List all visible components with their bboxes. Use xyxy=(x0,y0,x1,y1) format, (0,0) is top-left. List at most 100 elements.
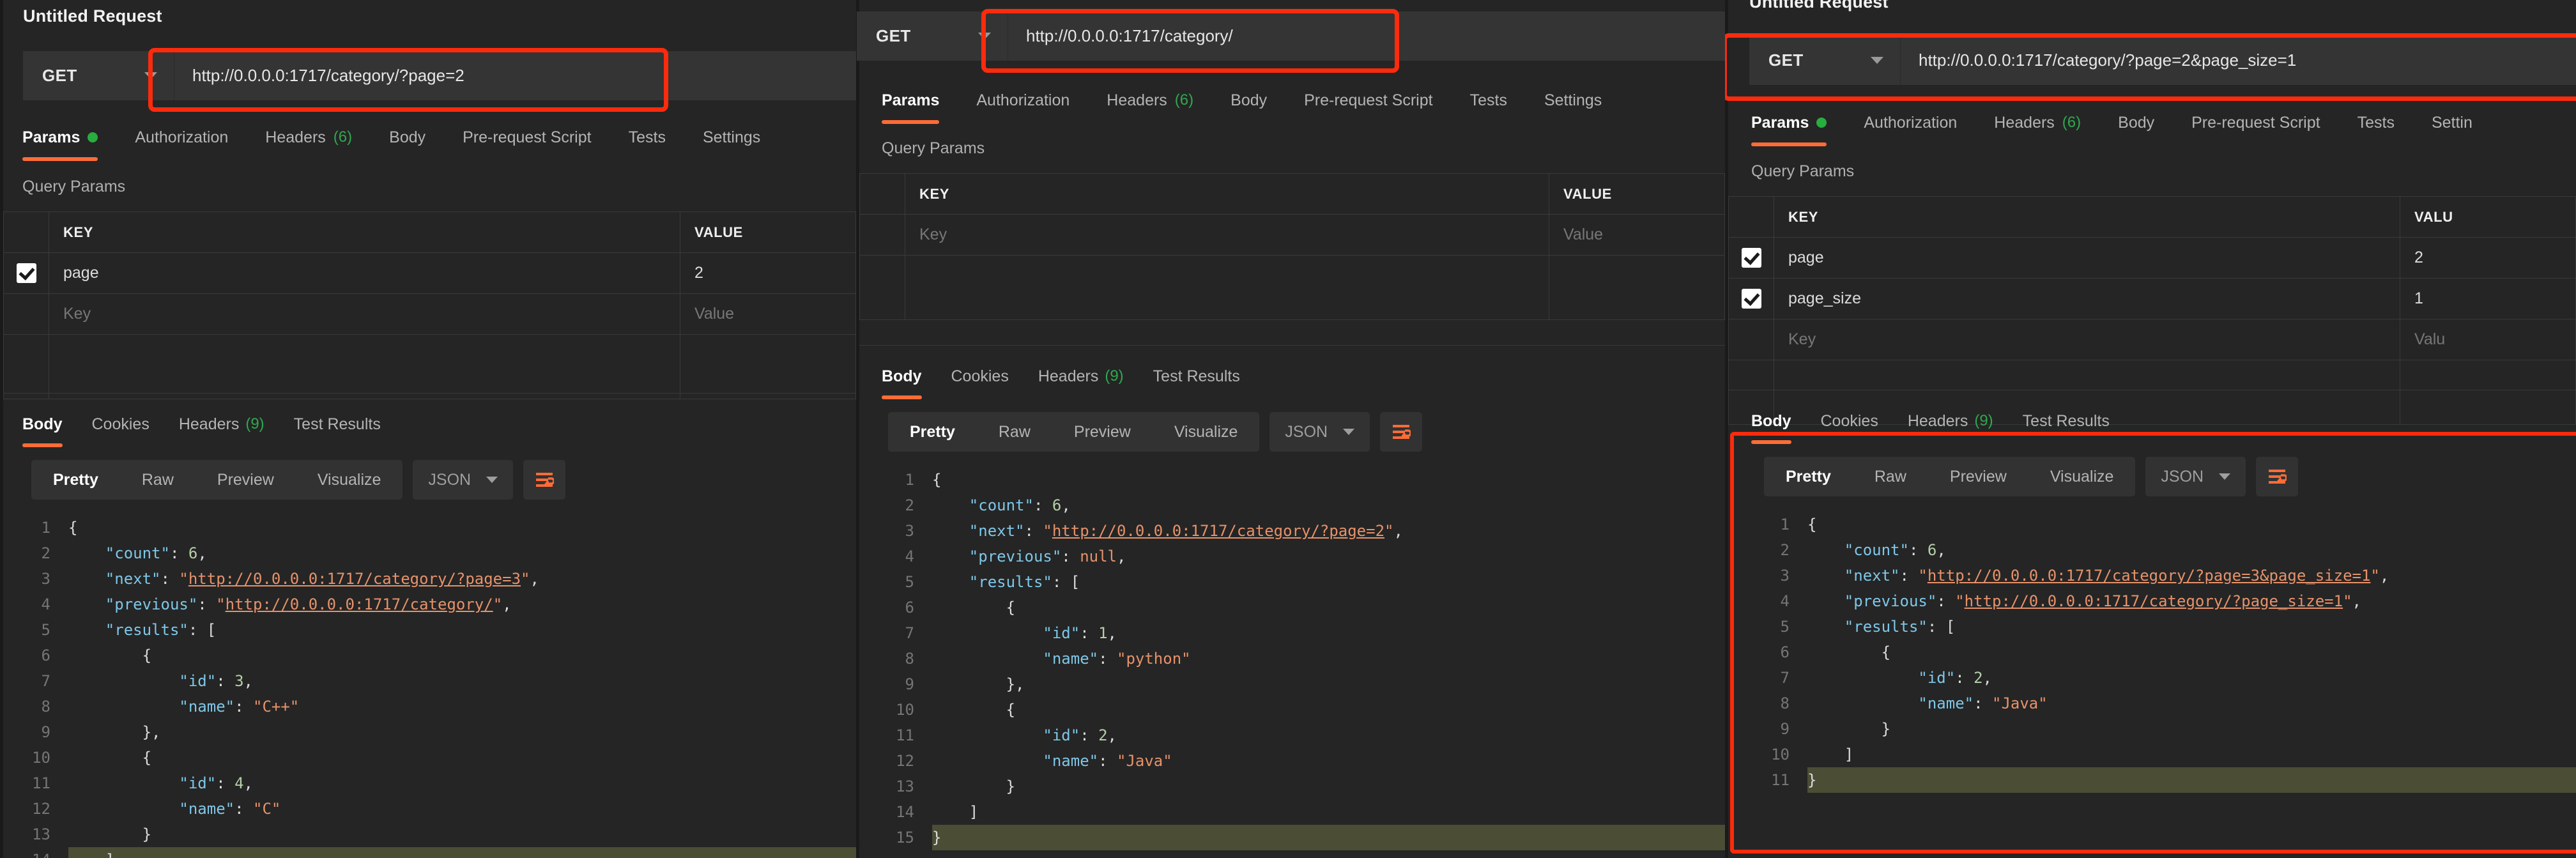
request-tab-tests[interactable]: Tests xyxy=(2358,99,2412,146)
request-tab-pre-request-script[interactable]: Pre-request Script xyxy=(463,114,609,161)
param-value-input[interactable]: Valu xyxy=(2400,319,2576,360)
format-selector-1[interactable]: JSON xyxy=(413,460,514,500)
request-tab-body[interactable]: Body xyxy=(389,114,443,161)
response-tab-cookies[interactable]: Cookies xyxy=(1821,398,1878,444)
param-key-input[interactable]: Key xyxy=(905,214,1549,256)
row-checkbox-cell[interactable] xyxy=(859,214,905,256)
view-mode-preview[interactable]: Preview xyxy=(1928,457,2028,496)
code-line: "name": "Java" xyxy=(1043,752,1172,770)
query-params-label: Query Params xyxy=(882,139,985,157)
response-tab-test-results[interactable]: Test Results xyxy=(1153,353,1240,399)
request-tab-authorization[interactable]: Authorization xyxy=(976,77,1087,124)
param-key-cell[interactable]: page xyxy=(1774,237,2400,279)
view-mode-visualize[interactable]: Visualize xyxy=(1153,412,1260,452)
response-tabs-1: Body Cookies Headers (9) Test Results xyxy=(3,401,856,447)
param-value-cell[interactable]: 2 xyxy=(2400,237,2576,279)
url-input-2[interactable]: http://0.0.0.0:1717/category/ xyxy=(1008,11,1725,61)
format-selector-3[interactable]: JSON xyxy=(2145,457,2246,496)
row-checkbox-cell[interactable] xyxy=(1728,319,1774,360)
url-bar-2[interactable]: GET http://0.0.0.0:1717/category/ xyxy=(857,11,1725,61)
param-value-cell[interactable]: 2 xyxy=(680,252,856,294)
request-tab-tests[interactable]: Tests xyxy=(629,114,684,161)
url-input-1[interactable]: http://0.0.0.0:1717/category/?page=2 xyxy=(174,51,856,100)
request-tab-label: Authorization xyxy=(976,91,1070,109)
response-tab-test-results[interactable]: Test Results xyxy=(2023,398,2110,444)
row-checkbox-cell[interactable] xyxy=(3,252,49,294)
request-tab-settings[interactable]: Settings xyxy=(1544,77,1620,124)
response-tab-test-results[interactable]: Test Results xyxy=(294,401,381,447)
response-tab-label: Cookies xyxy=(91,415,150,433)
method-selector-1[interactable]: GET xyxy=(23,51,174,100)
request-tab-settings[interactable]: Settings xyxy=(703,114,778,161)
row-checkbox-cell[interactable] xyxy=(1728,237,1774,279)
param-key-input[interactable]: Key xyxy=(49,293,680,335)
view-mode-preview[interactable]: Preview xyxy=(1052,412,1153,452)
view-mode-visualize[interactable]: Visualize xyxy=(296,460,403,500)
method-selector-2[interactable]: GET xyxy=(857,11,1008,61)
response-tab-headers[interactable]: Headers (9) xyxy=(1038,353,1124,399)
response-body-viewer-3[interactable]: 1 2 3 4 5 6 7 8 9 10 11 { "count": 6, "next": "htt… xyxy=(1728,502,2576,858)
response-tab-cookies[interactable]: Cookies xyxy=(951,353,1009,399)
table-row[interactable]: page 2 xyxy=(3,252,856,294)
param-value-cell[interactable]: 1 xyxy=(2400,278,2576,319)
headers-count: (6) xyxy=(333,128,353,146)
request-tab-headers[interactable]: Headers (6) xyxy=(1994,99,2099,146)
request-tab-body[interactable]: Body xyxy=(1230,77,1285,124)
request-tab-headers[interactable]: Headers (6) xyxy=(265,114,370,161)
row-checkbox-cell[interactable] xyxy=(1728,278,1774,319)
view-mode-raw[interactable]: Raw xyxy=(977,412,1052,452)
row-checkbox-cell[interactable] xyxy=(3,293,49,335)
table-placeholder-row[interactable]: Key Value xyxy=(859,214,1725,256)
request-tab-tests[interactable]: Tests xyxy=(1470,77,1525,124)
wrap-lines-button-2[interactable] xyxy=(1380,412,1423,452)
response-tab-headers[interactable]: Headers (9) xyxy=(1908,398,1993,444)
query-params-section-2: Query Params KEY VALUE Key Value xyxy=(859,123,1725,320)
param-value-input[interactable]: Value xyxy=(680,293,856,335)
request-tab-params[interactable]: Params xyxy=(22,114,116,161)
response-tab-body[interactable]: Body xyxy=(1751,398,1791,444)
url-bar-3[interactable]: GET http://0.0.0.0:1717/category/?page=2… xyxy=(1749,36,2576,85)
checkbox-checked-icon[interactable] xyxy=(16,263,36,283)
response-body-viewer-2[interactable]: 1 2 3 4 5 6 7 8 9 10 11 12 13 14 15 { "count": 6, "nex… xyxy=(859,457,1725,858)
view-mode-preview[interactable]: Preview xyxy=(195,460,296,500)
view-mode-raw[interactable]: Raw xyxy=(120,460,195,500)
request-tab-params[interactable]: Params xyxy=(1751,99,1844,146)
request-tab-params[interactable]: Params xyxy=(882,77,957,124)
param-key-cell[interactable]: page_size xyxy=(1774,278,2400,319)
view-mode-pretty[interactable]: Pretty xyxy=(888,412,977,452)
param-key-input[interactable]: Key xyxy=(1774,319,2400,360)
table-row[interactable]: page_size 1 xyxy=(1728,278,2576,319)
request-tab-pre-request-script[interactable]: Pre-request Script xyxy=(1304,77,1450,124)
request-tab-body[interactable]: Body xyxy=(2118,99,2172,146)
format-selector-2[interactable]: JSON xyxy=(1269,412,1370,452)
response-tab-body[interactable]: Body xyxy=(22,401,63,447)
view-mode-visualize[interactable]: Visualize xyxy=(2028,457,2136,496)
url-input-3[interactable]: http://0.0.0.0:1717/category/?page=2&pag… xyxy=(1901,36,2576,85)
view-mode-pretty[interactable]: Pretty xyxy=(31,460,120,500)
request-tab-settin[interactable]: Settin xyxy=(2432,99,2490,146)
chevron-down-icon xyxy=(1871,57,1883,64)
request-tab-authorization[interactable]: Authorization xyxy=(1864,99,1975,146)
response-tab-body[interactable]: Body xyxy=(882,353,922,399)
view-mode-raw[interactable]: Raw xyxy=(1853,457,1928,496)
request-tab-pre-request-script[interactable]: Pre-request Script xyxy=(2191,99,2338,146)
code-line: "name": "C++" xyxy=(179,698,300,716)
table-placeholder-row[interactable]: Key Valu xyxy=(1728,319,2576,360)
request-tab-headers[interactable]: Headers (6) xyxy=(1107,77,1211,124)
checkbox-checked-icon[interactable] xyxy=(1741,248,1761,268)
param-key-cell[interactable]: page xyxy=(49,252,680,294)
method-selector-3[interactable]: GET xyxy=(1749,36,1901,85)
wrap-lines-button-1[interactable] xyxy=(523,460,566,500)
wrap-lines-button-3[interactable] xyxy=(2256,457,2299,496)
request-tab-authorization[interactable]: Authorization xyxy=(135,114,246,161)
view-mode-pretty[interactable]: Pretty xyxy=(1764,457,1853,496)
checkbox-checked-icon[interactable] xyxy=(1741,289,1761,309)
table-row[interactable]: page 2 xyxy=(1728,237,2576,279)
response-tab-cookies[interactable]: Cookies xyxy=(92,401,150,447)
table-placeholder-row[interactable]: Key Value xyxy=(3,293,856,335)
response-tab-headers[interactable]: Headers (9) xyxy=(179,401,264,447)
response-body-viewer-1[interactable]: 1234567891011121314 { "count": 6, "next"… xyxy=(3,505,856,858)
query-params-section-3: Query Params KEY VALU page 2 page_size 1 Key Va… xyxy=(1728,146,2576,425)
param-value-input[interactable]: Value xyxy=(1549,214,1725,256)
url-bar-1[interactable]: GET http://0.0.0.0:1717/category/?page=2 xyxy=(23,51,856,100)
